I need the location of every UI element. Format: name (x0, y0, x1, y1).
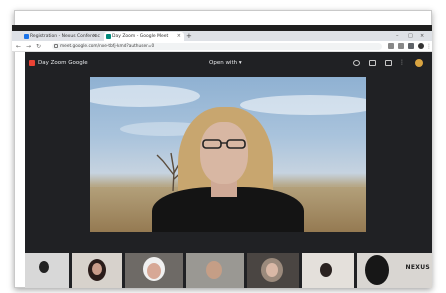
participant-tile[interactable]: NEXUS (357, 253, 432, 288)
meet-favicon-icon (106, 34, 111, 39)
extension-icon[interactable] (388, 43, 394, 49)
glasses-icon (202, 139, 246, 149)
extension-icon[interactable] (398, 43, 404, 49)
forward-icon[interactable]: → (26, 42, 31, 51)
lock-icon (54, 44, 58, 48)
address-bar[interactable]: meet.google.com/nxe-tbfj-kmd?authuser=0 (52, 43, 382, 50)
participant-tile[interactable] (247, 253, 299, 288)
tab-label: Registration - Nexus Conferenc (30, 34, 100, 39)
tab-label: Day Zoom - Google Meet (112, 34, 169, 39)
meet-logo-icon (29, 60, 35, 66)
participant-face (92, 263, 102, 275)
present-icon[interactable] (385, 60, 392, 66)
extension-icon[interactable] (408, 43, 414, 49)
cloud (90, 85, 200, 107)
meet-top-bar: Day Zoom Google Open with ▾ ⋮ (25, 52, 432, 74)
participant-tile[interactable] (186, 253, 244, 288)
favicon-icon (24, 34, 29, 39)
browser-tab-meet[interactable]: Day Zoom - Google Meet × (104, 32, 184, 41)
participant-tile[interactable] (72, 253, 122, 288)
participant-head (320, 263, 332, 277)
close-tab-icon[interactable]: × (177, 32, 181, 41)
participant-tile[interactable] (302, 253, 354, 288)
participant-tile[interactable] (25, 253, 69, 288)
profile-avatar-icon[interactable] (418, 43, 424, 49)
user-avatar[interactable] (415, 59, 423, 67)
meet-window: Day Zoom Google Open with ▾ ⋮ NEXUS (25, 52, 432, 288)
participant-head (206, 261, 222, 279)
menu-dots-icon[interactable]: ⋮ (426, 42, 432, 51)
browser-tab-registration[interactable]: Registration - Nexus Conferenc × (22, 32, 100, 41)
participant-head (365, 255, 389, 285)
brand-label: NEXUS (405, 264, 430, 271)
main-speaker-video (90, 77, 366, 232)
close-window-icon[interactable]: × (420, 31, 424, 41)
browser-toolbar: ← → ↻ meet.google.com/nxe-tbfj-kmd?authu… (12, 41, 432, 52)
back-icon[interactable]: ← (16, 42, 21, 51)
participant-tile[interactable] (125, 253, 183, 288)
participant-strip: NEXUS (25, 253, 432, 288)
maximize-icon[interactable]: □ (408, 31, 413, 41)
plus-icon[interactable]: + (186, 31, 192, 41)
participant-face (266, 263, 278, 277)
people-icon[interactable] (353, 60, 360, 66)
open-with-button[interactable]: Open with ▾ (209, 58, 242, 68)
meeting-title: Day Zoom Google (38, 60, 88, 66)
close-tab-icon[interactable]: × (93, 32, 97, 41)
more-options-icon[interactable]: ⋮ (399, 60, 406, 66)
reload-icon[interactable]: ↻ (36, 42, 41, 51)
browser-tab-strip: Registration - Nexus Conferenc × Day Zoo… (12, 31, 432, 41)
url-text: meet.google.com/nxe-tbfj-kmd?authuser=0 (60, 44, 155, 49)
participant-face (147, 263, 161, 279)
chat-icon[interactable] (369, 60, 376, 66)
cloud (240, 95, 366, 115)
minimize-icon[interactable]: – (396, 31, 399, 41)
participant-head (39, 261, 49, 273)
speaker-face (200, 122, 248, 184)
